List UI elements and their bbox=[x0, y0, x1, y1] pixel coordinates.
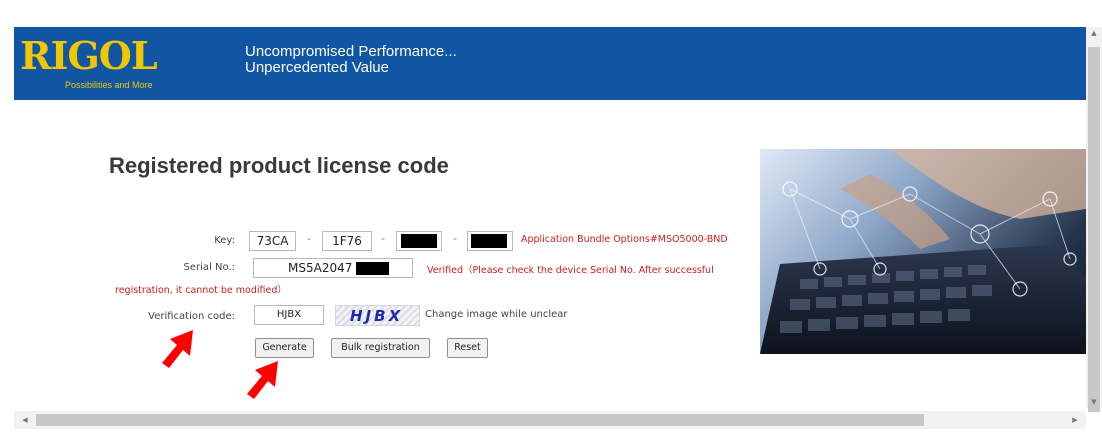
slogan-line-2: Unpercedented Value bbox=[245, 59, 389, 76]
red-arrow-icon bbox=[162, 330, 193, 368]
scroll-up-icon[interactable]: ▲ bbox=[1086, 27, 1102, 39]
bulk-registration-button[interactable]: Bulk registration bbox=[331, 338, 430, 358]
key-segment-2[interactable]: 1F76 bbox=[322, 231, 372, 251]
scroll-down-icon[interactable]: ▼ bbox=[1086, 396, 1102, 408]
key-separator: - bbox=[453, 232, 457, 245]
redaction-block bbox=[401, 234, 437, 248]
logo-wordmark: RIGOL bbox=[20, 33, 158, 78]
captcha-text: HJBX bbox=[350, 307, 404, 325]
key-segment-1[interactable]: 73CA bbox=[249, 231, 296, 251]
site-header: RIGOL Possibilities and More Uncompromis… bbox=[14, 27, 1086, 100]
serial-value: MS5A2047 bbox=[288, 261, 353, 275]
laptop-keyboard-illustration bbox=[760, 149, 1086, 354]
reset-button[interactable]: Reset bbox=[447, 338, 488, 358]
slogan-line-1: Uncompromised Performance... bbox=[245, 43, 457, 60]
scroll-left-icon[interactable]: ◀ bbox=[18, 411, 32, 429]
horizontal-scrollbar[interactable]: ◀ ▶ bbox=[14, 411, 1086, 429]
page-title: Registered product license code bbox=[109, 153, 449, 178]
serial-label: Serial No.: bbox=[183, 262, 235, 273]
key-separator: - bbox=[381, 232, 385, 245]
serial-redaction bbox=[356, 262, 390, 275]
browser-viewport: RIGOL Possibilities and More Uncompromis… bbox=[0, 0, 1102, 442]
captcha-image[interactable]: HJBX bbox=[335, 305, 420, 326]
key-separator: - bbox=[307, 232, 311, 245]
red-arrow-icon bbox=[247, 361, 278, 399]
logo-tagline: Possibilities and More bbox=[65, 80, 153, 90]
serial-status-line-2: registration, it cannot be modified） bbox=[115, 285, 287, 296]
key-segment-4[interactable] bbox=[467, 231, 513, 251]
verification-input[interactable]: HJBX bbox=[254, 305, 324, 325]
verification-label: Verification code: bbox=[148, 311, 235, 322]
key-status-text: Application Bundle Options#MSO5000-BND bbox=[521, 234, 728, 245]
generate-button[interactable]: Generate bbox=[255, 338, 314, 358]
serial-input[interactable]: MS5A2047 bbox=[253, 258, 413, 278]
hero-image bbox=[760, 149, 1086, 354]
key-label: Key: bbox=[214, 235, 235, 246]
redaction-block bbox=[471, 234, 507, 248]
vertical-scroll-thumb[interactable] bbox=[1088, 47, 1100, 412]
rigol-logo[interactable]: RIGOL Possibilities and More bbox=[14, 27, 184, 100]
vertical-scrollbar[interactable]: ▲ ▼ bbox=[1086, 27, 1102, 412]
header-slogan: Uncompromised Performance... Unpercedent… bbox=[245, 44, 457, 76]
scroll-right-icon[interactable]: ▶ bbox=[1068, 411, 1082, 429]
key-segment-3[interactable] bbox=[396, 231, 442, 251]
serial-status-line-1: Verified（Please check the device Serial … bbox=[427, 265, 714, 276]
horizontal-scroll-thumb[interactable] bbox=[36, 414, 924, 426]
captcha-hint[interactable]: Change image while unclear bbox=[425, 309, 568, 320]
